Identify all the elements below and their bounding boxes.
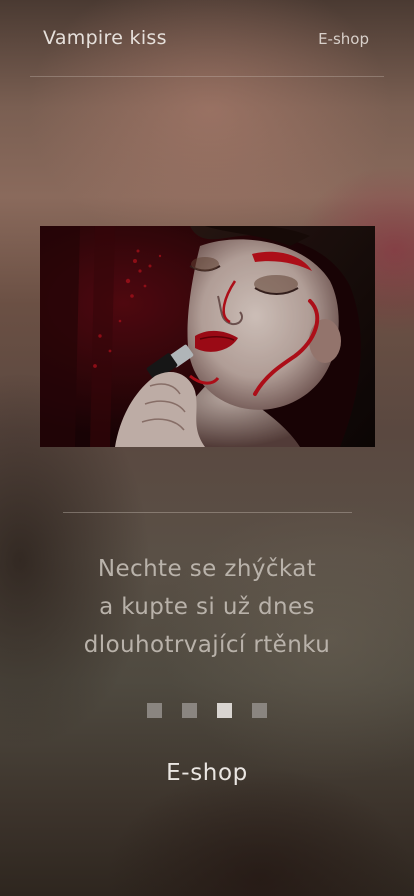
carousel-dot-1[interactable] [147,703,162,718]
carousel-dot-2[interactable] [182,703,197,718]
headline-line-1: Nechte se zhýčkat [97,556,317,582]
site-header: Vampire kiss E-shop [30,0,384,77]
carousel-dot-4[interactable] [252,703,267,718]
brand-logo[interactable]: Vampire kiss [43,27,167,49]
hero-photo [40,226,375,447]
eshop-cta-button[interactable]: E-shop [0,760,414,786]
carousel-dot-3[interactable] [217,703,232,718]
headline-line-2: a kupte si už dnes [99,594,315,620]
lipstick-model-photo [40,226,375,447]
nav-eshop-link[interactable]: E-shop [318,30,369,48]
headline: Nechte se zhýčkat a kupte si už dnes dlo… [0,550,414,664]
section-divider [63,512,352,513]
page: Vampire kiss E-shop Nechte se zhýčkat a … [0,0,414,896]
headline-line-3: dlouhotrvající rtěnku [83,632,331,658]
